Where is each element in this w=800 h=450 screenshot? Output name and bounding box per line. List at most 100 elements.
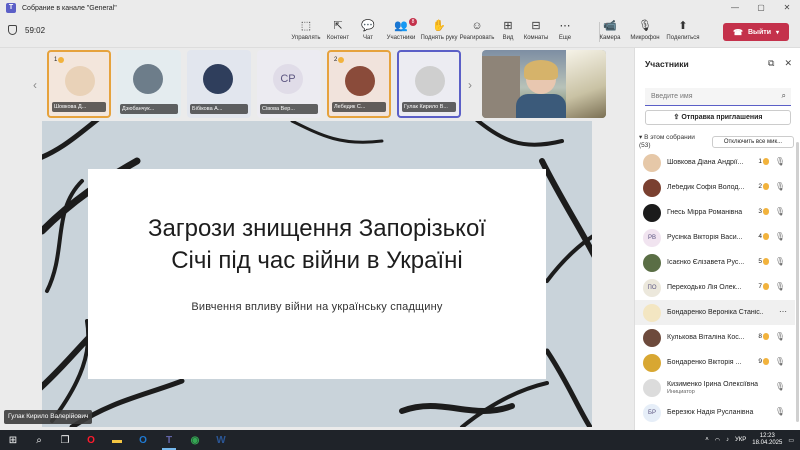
participant-list-item[interactable]: БР Березюк Надія Русланівна 🎙 [635,400,795,425]
clock[interactable]: 12:23 18.04.2025 [752,433,782,447]
participant-list-item[interactable]: Бондаренко Вероніка Станіс... ⋯ [635,300,795,325]
raised-hand-number: 3 [758,208,762,215]
participant-name-block: Кизименко Ірина Олексіївна Инициатор [667,381,763,395]
participant-name: Кизименко Ірина Олексіївна [667,380,759,388]
search-icon[interactable]: ⌕ [26,430,52,450]
toolbar-tools: ⬚ Управлять ⇱ Контент 💬 Чат 👥 8 Участники ✋ Поднят… [290,18,702,41]
participant-name: Кулькова Віталіна Кос... [667,334,745,341]
participant-list-item[interactable]: Кулькова Віталіна Кос... 8 🎙 [635,325,795,350]
tray-chevron-icon[interactable]: ˄ [705,437,709,443]
toolbar-share-content-button[interactable]: ⇱ Контент [322,19,354,41]
notifications-icon[interactable]: ▭ [788,437,794,444]
windows-taskbar: ⊞ ⌕ ❐ O ▬ O T ◉ W ˄ ◠ ♪ УКР 12:23 18.04.2025 ▭ [0,430,800,450]
toolbar-view-button[interactable]: ⊞ Вид [496,19,520,41]
avatar [643,378,661,397]
raised-hand-icon [763,233,769,240]
shared-presentation-slide: Загрози знищення Запорізької Січі під ча… [42,121,592,427]
raised-hand-order: 2 [334,57,345,63]
toolbar-rooms-button[interactable]: ⊟ Комнаты [520,19,552,41]
raised-hand-icon [763,158,769,165]
section-label: В этом собрании [644,134,695,141]
window-controls: — ▢ ✕ [722,0,800,16]
windows-start-icon[interactable]: ⊞ [0,430,26,450]
toolbar-microphone-button[interactable]: 🎙 Микрофон [626,19,664,41]
participant-tile[interactable]: 1 Шовкова Д... [47,50,111,118]
volume-icon[interactable]: ♪ [726,437,729,443]
mic-muted-icon: 🎙 [774,282,785,291]
send-invite-button[interactable]: ⇪ Отправка приглашения [645,110,791,125]
participant-list-item[interactable]: Гнесь Мірра Романівна 3 🎙 [635,200,795,225]
participant-list-item[interactable]: Бондаренко Вікторія ... 9 🎙 [635,350,795,375]
raised-hand-icon [58,57,65,63]
toolbar-label: Вид [502,35,514,41]
chrome-icon[interactable]: ◉ [182,430,208,450]
mic-muted-icon: 🎙 [774,182,785,191]
language-indicator[interactable]: УКР [735,437,746,443]
participant-list-item[interactable]: Кизименко Ірина Олексіївна Инициатор 🎙 [635,375,795,400]
panel-scrollbar[interactable] [796,142,799,422]
participant-tile-name: Гулак Кирило В... [402,102,456,112]
avatar [643,153,661,172]
timer-text: 59:02 [25,25,46,35]
raised-hand-icon [763,283,769,290]
network-icon[interactable]: ◠ [715,437,720,444]
minimize-button[interactable]: — [722,0,748,16]
toolbar-chat-button[interactable]: 💬 Чат [354,19,382,41]
participant-tile[interactable]: Дзюбанчук... [117,50,181,118]
participant-tile[interactable]: СР Сівова Вер... [257,50,321,118]
raised-hand-number: 2 [758,183,762,190]
leave-button[interactable]: ☎ Выйти ▾ [723,23,789,41]
opera-icon[interactable]: O [78,430,104,450]
toolbar-more-button[interactable]: ⋯ Еще [552,19,578,41]
raised-hand-icon [763,183,769,190]
toolbar-label: Управлять [291,35,321,41]
avatar [643,203,661,222]
video-tile-camera[interactable] [482,50,606,118]
presenter-name-label: Гулак Кирило Валерійович [4,410,93,424]
slide-subtitle: Вивчення впливу війни на українську спад… [191,301,443,313]
participant-tile[interactable]: Гулак Кирило В... [397,50,461,118]
file-explorer-icon[interactable]: ▬ [104,430,130,450]
toolbar-label: Комнаты [523,35,549,41]
pop-out-icon[interactable]: ⧉ [768,58,774,69]
strip-next-arrow-icon[interactable]: › [468,78,472,92]
avatar: РВ [643,228,661,247]
maximize-button[interactable]: ▢ [748,0,774,16]
toolbar-share-button[interactable]: ⬆ Поделиться [664,19,702,41]
close-window-button[interactable]: ✕ [774,0,800,16]
raised-hand-icon [763,208,769,215]
participant-list-item[interactable]: Шовкова Діана Андрії... 1 🎙 [635,150,795,175]
chevron-down-icon[interactable]: ▾ [776,29,779,36]
participant-search-input[interactable]: Введите имя ⌕ [645,88,791,106]
toolbar-label: Поднять руку [420,35,458,41]
avatar [203,64,233,94]
raised-hand-order: 9 [758,358,769,365]
strip-prev-arrow-icon[interactable]: ‹ [33,78,37,92]
participant-tile[interactable]: 2 Лебедик С... [327,50,391,118]
toolbar-react-button[interactable]: ☺ Реагировать [458,19,496,41]
close-panel-icon[interactable]: ✕ [784,58,792,69]
participant-list-item[interactable]: Лебедик Софія Волод... 2 🎙 [635,175,795,200]
more-options-icon[interactable]: ⋯ [779,307,787,316]
teams-icon[interactable]: T [156,430,182,450]
raised-hand-order: 4 [758,233,769,240]
toolbar-participants-button[interactable]: 👥 8 Участники [382,18,420,41]
participant-tile[interactable]: Бібікова А... [187,50,251,118]
avatar [643,253,661,272]
share-content-icon: ⇱ [333,20,343,32]
in-meeting-section-header[interactable]: ▾ В этом собрании (53) [639,134,695,150]
participant-tile-name: Сівова Вер... [260,104,318,114]
participant-list-item[interactable]: Ісаєнко Єлізавета Рус... 5 🎙 [635,250,795,275]
meeting-toolbar: 59:02 ⬚ Управлять ⇱ Контент 💬 Чат 👥 8 Участники ✋… [0,16,800,48]
toolbar-manage-button[interactable]: ⬚ Управлять [290,19,322,41]
task-view-icon[interactable]: ❐ [52,430,78,450]
toolbar-label: Микрофон [630,35,660,41]
participants-count-badge: 8 [409,18,417,26]
outlook-icon[interactable]: O [130,430,156,450]
mute-all-button[interactable]: Отключить все мик... [712,136,794,148]
participant-list-item[interactable]: ПО Переходько Лія Олек... 7 🎙 [635,275,795,300]
toolbar-raise-hand-button[interactable]: ✋ Поднять руку [420,19,458,41]
participant-list-item[interactable]: РВ Русінка Вікторія Васи... 4 🎙 [635,225,795,250]
word-icon[interactable]: W [208,430,234,450]
video-person-body [516,94,566,118]
